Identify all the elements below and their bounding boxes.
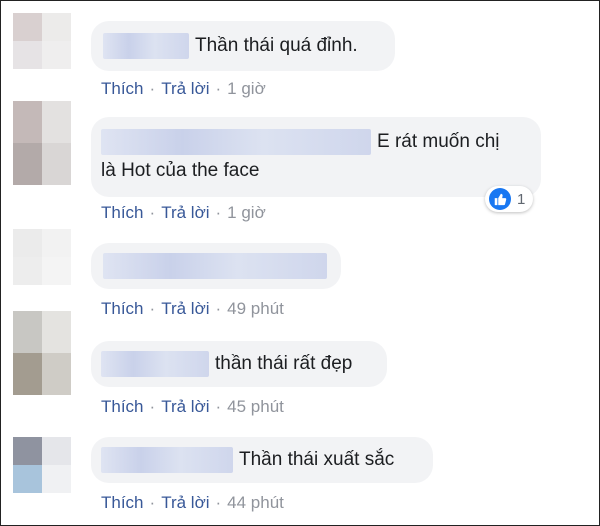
comment-actions: Thích · Trả lời · 44 phút: [101, 493, 284, 513]
separator: ·: [149, 203, 156, 222]
reaction-number: 1: [517, 190, 526, 208]
timestamp[interactable]: 1 giờ: [227, 203, 266, 222]
comment-actions: Thích · Trả lời · 49 phút: [101, 299, 284, 319]
like-link[interactable]: Thích: [101, 203, 144, 222]
comment-text: Thần thái xuất sắc: [239, 449, 395, 470]
like-link[interactable]: Thích: [101, 79, 144, 98]
comment-bubble: thần thái rất đẹp: [91, 341, 387, 387]
comment-text: thần thái rất đẹp: [215, 353, 353, 374]
timestamp[interactable]: 49 phút: [227, 299, 284, 318]
reply-link[interactable]: Trả lời: [161, 299, 209, 318]
comment-bubble: Thần thái quá đỉnh.: [91, 21, 395, 71]
comment-text: Thần thái quá đỉnh.: [195, 35, 358, 56]
avatar[interactable]: [13, 311, 71, 395]
timestamp[interactable]: 1 giờ: [227, 79, 266, 98]
timestamp[interactable]: 44 phút: [227, 493, 284, 512]
avatar[interactable]: [13, 101, 71, 185]
like-link[interactable]: Thích: [101, 299, 144, 318]
avatar[interactable]: [13, 229, 71, 285]
separator: ·: [215, 79, 222, 98]
comment-text-line1: E rát muốn chị: [377, 131, 500, 152]
comment-actions: Thích · Trả lời · 45 phút: [101, 397, 284, 417]
separator: ·: [149, 493, 156, 512]
like-link[interactable]: Thích: [101, 493, 144, 512]
separator: ·: [215, 493, 222, 512]
separator: ·: [215, 299, 222, 318]
separator: ·: [215, 397, 222, 416]
separator: ·: [149, 397, 156, 416]
reply-link[interactable]: Trả lời: [161, 397, 209, 416]
comment-bubble: [91, 243, 341, 289]
redacted-name[interactable]: [101, 129, 371, 155]
comment-actions: Thích · Trả lời · 1 giờ: [101, 203, 266, 223]
comment-bubble: Thần thái xuất sắc: [91, 437, 433, 483]
reply-link[interactable]: Trả lời: [161, 203, 209, 222]
separator: ·: [149, 79, 156, 98]
like-icon: [489, 188, 511, 210]
redacted-text: [103, 253, 327, 279]
comment-text-line2: là Hot của the face: [101, 160, 260, 181]
redacted-name[interactable]: [103, 33, 189, 59]
avatar[interactable]: [13, 437, 71, 493]
reply-link[interactable]: Trả lời: [161, 79, 209, 98]
reply-link[interactable]: Trả lời: [161, 493, 209, 512]
separator: ·: [149, 299, 156, 318]
like-link[interactable]: Thích: [101, 397, 144, 416]
redacted-name[interactable]: [101, 351, 209, 377]
redacted-name[interactable]: [101, 447, 233, 473]
comment-bubble: E rát muốn chị là Hot của the face: [91, 117, 541, 197]
thumbs-up-icon: [494, 193, 507, 206]
reaction-count[interactable]: 1: [485, 186, 534, 212]
separator: ·: [215, 203, 222, 222]
timestamp[interactable]: 45 phút: [227, 397, 284, 416]
comment-actions: Thích · Trả lời · 1 giờ: [101, 79, 266, 99]
avatar[interactable]: [13, 13, 71, 69]
comment-thread: Thần thái quá đỉnh. Thích · Trả lời · 1 giờ …: [0, 0, 600, 526]
